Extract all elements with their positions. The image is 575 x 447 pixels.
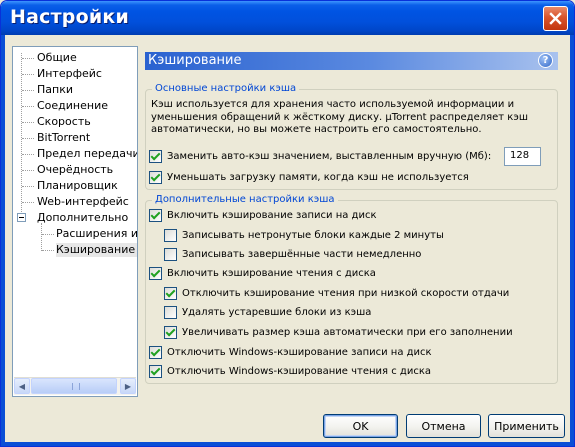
arrow-right-icon: ▶ <box>124 381 132 391</box>
cache-description: Кэш используется для хранения часто испо… <box>151 99 528 135</box>
remove-old-blocks-label: Удалять устаревшие блоки из кэша <box>182 307 372 318</box>
tree-item-bittorrent[interactable]: BitTorrent <box>37 131 90 145</box>
write-untouched-label: Записывать нетронутые блоки каждые 2 мин… <box>182 230 444 241</box>
settings-window: Настройки Общие Интерфейс Папки Соединен… <box>0 0 575 447</box>
tree-item-connection[interactable]: Соединение <box>37 99 108 113</box>
tree-item-folders[interactable]: Папки <box>37 83 73 97</box>
cancel-button[interactable]: Отмена <box>406 414 481 438</box>
tree-item-speed[interactable]: Скорость <box>37 115 91 129</box>
cache-size-input[interactable]: 128 <box>504 147 541 166</box>
tree-connector <box>42 234 54 235</box>
auto-grow-cache-label: Увеличивать размер кэша автоматически пр… <box>182 327 513 338</box>
close-button[interactable] <box>543 6 568 31</box>
tree-connector <box>21 53 22 216</box>
tree-item-disk-cache[interactable]: Кэширование <box>56 243 137 257</box>
title-bar[interactable]: Настройки <box>1 1 574 35</box>
enable-read-cache-checkbox[interactable] <box>149 267 162 280</box>
tree-connector <box>22 122 34 123</box>
tree-connector <box>22 58 34 59</box>
settings-tree[interactable]: Общие Интерфейс Папки Соединение Скорост… <box>12 46 138 397</box>
window-title: Настройки <box>10 6 129 28</box>
tree-connector <box>41 223 42 251</box>
remove-old-blocks-checkbox[interactable] <box>164 306 177 319</box>
disable-win-read-cache-checkbox[interactable] <box>149 365 162 378</box>
override-cache-label: Заменить авто-кэш значением, выставленны… <box>167 151 492 162</box>
panel-title: Кэширование <box>148 53 242 68</box>
turn-off-read-cache-label: Отключить кэширование чтения при низкой … <box>182 288 510 299</box>
collapse-icon[interactable] <box>17 213 26 222</box>
close-icon <box>549 12 562 25</box>
apply-button[interactable]: Применить <box>488 414 565 438</box>
tree-item-transfer-cap[interactable]: Предел передачи <box>37 147 137 161</box>
scroll-thumb[interactable] <box>31 378 117 394</box>
tree-item-advanced[interactable]: Дополнительно <box>37 211 128 225</box>
window-frame-right <box>570 35 574 446</box>
tree-item-ui-extras[interactable]: Расширения интерфейса <box>56 227 137 241</box>
disable-win-write-cache-checkbox[interactable] <box>149 346 162 359</box>
override-cache-checkbox[interactable] <box>149 150 162 163</box>
help-icon[interactable]: ? <box>538 53 553 68</box>
arrow-left-icon: ◀ <box>18 381 26 391</box>
tree-connector <box>22 154 34 155</box>
tree-item-scheduler[interactable]: Планировщик <box>37 179 118 193</box>
tree-connector <box>22 202 34 203</box>
tree-connector <box>22 186 34 187</box>
enable-read-cache-label: Включить кэширование чтения с диска <box>167 268 376 279</box>
auto-grow-cache-checkbox[interactable] <box>164 326 177 339</box>
enable-write-cache-checkbox[interactable] <box>149 209 162 222</box>
disable-win-write-cache-label: Отключить Windows-кэширование записи на … <box>167 347 432 358</box>
window-frame-bottom <box>1 442 574 446</box>
tree-connector <box>22 138 34 139</box>
scroll-left-button[interactable]: ◀ <box>14 378 30 394</box>
write-untouched-checkbox[interactable] <box>164 229 177 242</box>
tree-connector <box>22 170 34 171</box>
enable-write-cache-label: Включить кэширование записи на диск <box>167 210 377 221</box>
scroll-grip-icon <box>72 383 80 390</box>
write-finished-checkbox[interactable] <box>164 248 177 261</box>
tree-connector <box>22 74 34 75</box>
turn-off-read-cache-checkbox[interactable] <box>164 287 177 300</box>
reduce-memory-checkbox[interactable] <box>149 171 162 184</box>
tree-item-web-ui[interactable]: Web-интерфейс <box>37 195 129 209</box>
panel-header: Кэширование ? <box>145 52 558 70</box>
tree-horizontal-scrollbar[interactable]: ◀ ▶ <box>14 377 136 395</box>
tree-item-queueing[interactable]: Очерёдность <box>37 163 113 177</box>
advanced-cache-legend: Дополнительные настройки кэша <box>152 193 338 207</box>
tree-item-general[interactable]: Общие <box>37 51 77 65</box>
disable-win-read-cache-label: Отключить Windows-кэширование чтения с д… <box>167 366 432 377</box>
write-finished-label: Записывать завершённые части немедленно <box>182 249 422 260</box>
ok-button[interactable]: OK <box>323 414 398 438</box>
tree-connector <box>22 106 34 107</box>
basic-cache-legend: Основные настройки кэша <box>152 82 300 96</box>
reduce-memory-label: Уменьшать загрузку памяти, когда кэш не … <box>167 172 469 183</box>
tree-connector <box>22 90 34 91</box>
scroll-right-button[interactable]: ▶ <box>120 378 136 394</box>
tree-connector <box>42 250 54 251</box>
window-frame-left <box>1 35 5 446</box>
tree-item-interface[interactable]: Интерфейс <box>37 67 102 81</box>
